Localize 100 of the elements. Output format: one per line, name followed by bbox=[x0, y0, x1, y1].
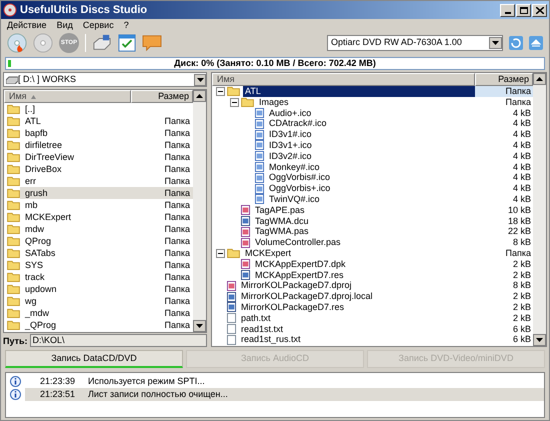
tree-item[interactable]: ID3v2#.ico bbox=[267, 150, 314, 162]
menu-item[interactable]: Сервис bbox=[82, 18, 114, 32]
collapse-toggle[interactable] bbox=[230, 98, 239, 107]
file-name[interactable]: mdw bbox=[20, 223, 164, 235]
size-cell-text: 2 kB bbox=[512, 302, 532, 313]
size-cell-text: 4 kB bbox=[512, 150, 532, 162]
file-name[interactable]: track bbox=[20, 271, 164, 283]
size-cell-text: 4 kB bbox=[512, 162, 532, 172]
file-name[interactable]: updown bbox=[20, 283, 164, 295]
drive-dropdown[interactable]: Optiarc DVD RW AD-7630A 1.00 bbox=[327, 35, 503, 51]
folder-icon bbox=[7, 152, 20, 162]
menu-item[interactable]: Действие bbox=[7, 18, 47, 32]
tree-item[interactable]: OggVorbis#.ico bbox=[267, 172, 332, 184]
file-name[interactable]: _mdw bbox=[20, 307, 164, 319]
collapse-toggle[interactable] bbox=[216, 248, 225, 258]
tree-item[interactable]: TagWMA.dcu bbox=[253, 216, 311, 226]
calendar-check-icon[interactable] bbox=[118, 34, 136, 52]
tree-item[interactable]: path.txt bbox=[239, 312, 273, 324]
tree-item[interactable]: MCKAppExpertD7.res bbox=[253, 270, 346, 280]
file-name[interactable]: bapfb bbox=[20, 127, 164, 139]
file-name[interactable]: QProg bbox=[20, 235, 164, 247]
scrollbar[interactable] bbox=[193, 90, 206, 332]
image-file-icon bbox=[255, 172, 264, 183]
size-cell-text: Папка bbox=[164, 271, 191, 283]
tree-item[interactable]: Monkey#.ico bbox=[267, 162, 322, 172]
file-name[interactable]: DriveBox bbox=[20, 163, 164, 175]
tree-item[interactable]: MirrorKOLPackageD7.dproj.local bbox=[239, 291, 375, 302]
log-message: Лист записи полностью очищен... bbox=[88, 388, 544, 401]
tree-item[interactable]: CDAtrack#.ico bbox=[267, 118, 329, 130]
file-name[interactable]: DirTreeView bbox=[20, 151, 164, 163]
size-cell-text: Папка bbox=[164, 259, 191, 271]
column-header[interactable]: Размер bbox=[475, 73, 533, 86]
folder-icon bbox=[7, 320, 20, 330]
scroll-down-button[interactable] bbox=[193, 320, 206, 332]
burn-disc-icon[interactable] bbox=[7, 33, 27, 53]
file-name[interactable]: MCKExpert bbox=[20, 211, 164, 223]
size-cell-text: 4 kB bbox=[512, 108, 532, 118]
file-name[interactable]: [..] bbox=[20, 103, 193, 115]
maximize-icon[interactable] bbox=[516, 4, 531, 16]
drive-select[interactable]: [ D:\ ] WORKS bbox=[3, 72, 207, 87]
file-name[interactable]: grush bbox=[20, 187, 164, 199]
size-cell-text: Папка bbox=[164, 175, 191, 187]
source-file-icon bbox=[241, 205, 250, 216]
file-name[interactable]: mb bbox=[20, 199, 164, 211]
tree-item[interactable]: ATL bbox=[243, 86, 475, 97]
size-cell-text: 4 kB bbox=[512, 183, 532, 194]
refresh-icon[interactable] bbox=[509, 36, 523, 50]
scroll-down-button[interactable] bbox=[533, 334, 546, 346]
menu-item[interactable]: Вид bbox=[56, 18, 73, 32]
file-name[interactable]: dirfiletree bbox=[20, 139, 164, 151]
folder-icon bbox=[7, 296, 20, 306]
scroll-up-button[interactable] bbox=[193, 90, 206, 102]
tree-item[interactable]: MirrorKOLPackageD7.dproj bbox=[239, 280, 354, 292]
size-cell-text: Папка bbox=[164, 247, 191, 259]
minimize-icon[interactable] bbox=[500, 4, 515, 16]
image-file-icon bbox=[255, 108, 264, 118]
size-cell-text: Папка bbox=[164, 151, 191, 163]
tree-item[interactable]: Audio+.ico bbox=[267, 108, 314, 118]
scroll-up-button[interactable] bbox=[533, 73, 546, 85]
file-name[interactable]: wg bbox=[20, 295, 164, 307]
path-label: Путь: bbox=[3, 334, 28, 346]
tree-item[interactable]: TagAPE.pas bbox=[253, 204, 307, 216]
column-header[interactable]: Имя bbox=[4, 90, 131, 103]
file-name[interactable]: err bbox=[20, 175, 164, 187]
tree-item[interactable]: ID3v1#.ico bbox=[267, 129, 314, 140]
file-name[interactable]: _QProg bbox=[20, 319, 164, 331]
tree-item[interactable]: TagWMA.pas bbox=[253, 226, 311, 238]
mode-tab[interactable]: Запись DataCD/DVD bbox=[5, 350, 183, 368]
image-file-icon bbox=[255, 194, 264, 204]
path-field[interactable]: D:\KOL\ bbox=[30, 334, 207, 347]
size-cell-text: 2 kB bbox=[512, 258, 532, 270]
scrollbar[interactable] bbox=[533, 73, 546, 346]
close-icon[interactable] bbox=[532, 4, 547, 16]
file-name[interactable]: SATabs bbox=[20, 247, 164, 259]
column-header[interactable]: Имя bbox=[212, 73, 475, 86]
folder-icon bbox=[7, 272, 20, 282]
tree-item[interactable]: read1st.txt bbox=[239, 324, 286, 334]
down-arrow-icon bbox=[196, 324, 203, 328]
size-cell-text: Папка bbox=[164, 223, 191, 235]
drive-icon[interactable] bbox=[92, 34, 112, 52]
tree-item[interactable]: ID3v1+.ico bbox=[267, 140, 314, 151]
tree-item[interactable]: Images bbox=[257, 96, 291, 108]
column-header[interactable]: Размер bbox=[131, 90, 193, 103]
tree-item[interactable]: MCKExpert bbox=[243, 248, 294, 259]
folder-icon bbox=[7, 284, 20, 294]
size-cell-text: Папка bbox=[164, 139, 191, 151]
tree-item[interactable]: MCKAppExpertD7.dpk bbox=[253, 258, 348, 270]
tree-item[interactable]: MirrorKOLPackageD7.res bbox=[239, 302, 346, 313]
collapse-toggle[interactable] bbox=[216, 86, 225, 96]
file-name[interactable]: ATL bbox=[20, 115, 164, 127]
tree-item[interactable]: VolumeController.pas bbox=[253, 237, 343, 248]
eject-icon[interactable] bbox=[529, 36, 543, 50]
tree-item[interactable]: read1st_rus.txt bbox=[239, 334, 303, 346]
tree-item[interactable]: OggVorbis+.ico bbox=[267, 183, 332, 194]
file-name[interactable]: SYS bbox=[20, 259, 164, 271]
size-cell: Папка bbox=[164, 187, 193, 199]
size-cell-text: Папка bbox=[504, 248, 532, 259]
tree-item[interactable]: TwinVQ#.ico bbox=[267, 194, 322, 205]
menu-item[interactable]: ? bbox=[124, 18, 129, 32]
info-icon bbox=[10, 389, 21, 400]
